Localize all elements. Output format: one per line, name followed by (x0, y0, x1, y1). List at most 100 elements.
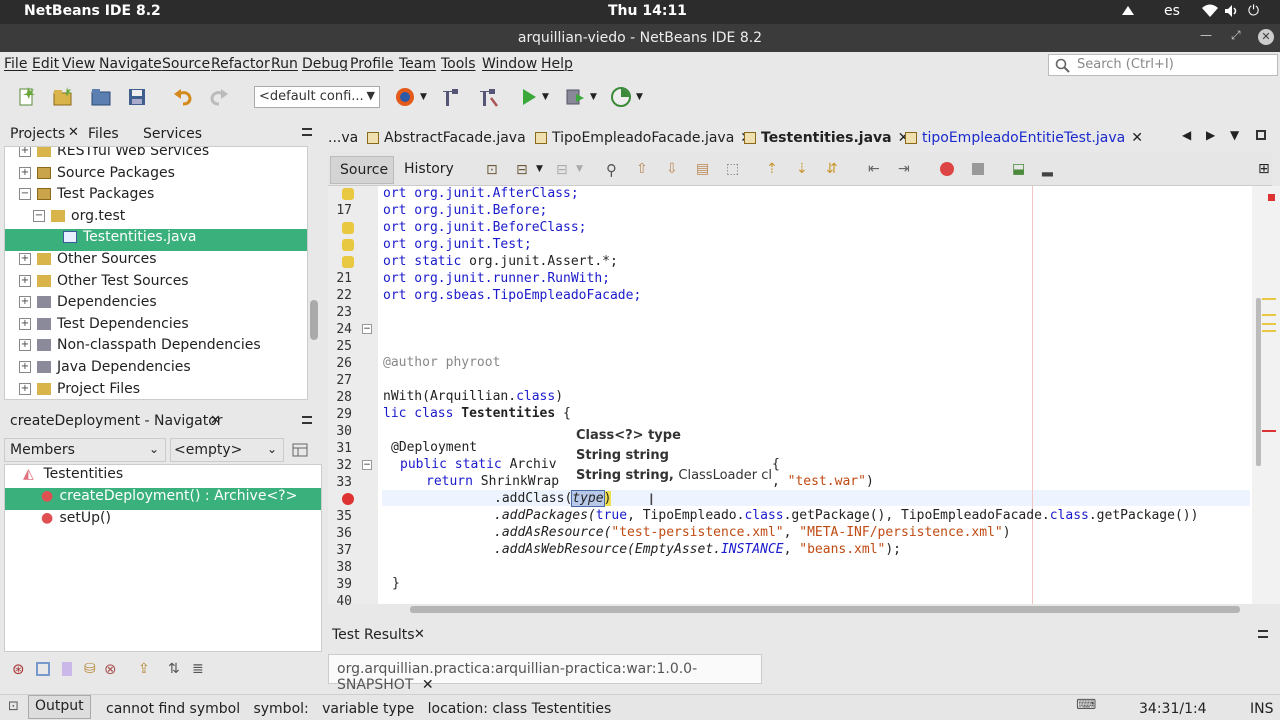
history-view-button[interactable]: History (404, 161, 454, 177)
active-app-name[interactable]: NetBeans IDE 8.2 (24, 3, 161, 19)
open-project-icon[interactable] (90, 86, 112, 108)
expand-icon[interactable]: + (19, 360, 31, 373)
expand-icon[interactable]: + (19, 382, 31, 395)
navigator-filter-select[interactable]: <empty> ⌄ (170, 438, 284, 462)
start-macro-recording-icon[interactable] (940, 162, 954, 176)
warning-hint-icon[interactable] (342, 188, 354, 200)
clean-build-icon[interactable] (477, 86, 499, 108)
tree-item-dependencies[interactable]: + Dependencies (5, 294, 307, 316)
back-icon[interactable]: ⊟ (516, 162, 528, 178)
editor-split-icon[interactable]: ⊞ (1258, 161, 1270, 177)
previous-bookmark-icon[interactable]: ⇡ (766, 161, 778, 177)
filter-static-icon[interactable] (36, 662, 50, 676)
redo-icon[interactable] (208, 86, 230, 108)
forward-dropdown-icon[interactable]: ▼ (576, 164, 583, 174)
project-tree-scrollbar[interactable] (310, 300, 318, 340)
debug-dropdown-icon[interactable]: ▼ (590, 92, 597, 102)
expand-icon[interactable]: + (19, 339, 31, 352)
tree-item-source-packages[interactable]: + Source Packages (5, 165, 307, 187)
find-next-icon[interactable]: ⇩ (666, 161, 678, 177)
output-tab[interactable]: Output (28, 695, 91, 719)
undo-icon[interactable] (172, 86, 194, 108)
navigator-method-item[interactable]: ● createDeployment() : Archive<?> (5, 488, 321, 510)
tree-item-project-files[interactable]: + Project Files (5, 381, 307, 399)
output-icon[interactable]: ⊡ (8, 699, 19, 714)
tree-item-other-test-sources[interactable]: + Other Test Sources (5, 273, 307, 295)
keyboard-language-indicator[interactable]: es (1164, 3, 1180, 19)
minimize-test-results-icon[interactable] (1258, 630, 1268, 638)
power-icon[interactable]: ⏻ (1248, 3, 1259, 19)
maximize-editor-icon[interactable] (1256, 130, 1266, 140)
shift-left-icon[interactable]: ⇤ (868, 161, 880, 177)
debug-icon[interactable] (564, 86, 586, 108)
menu-view[interactable]: View (62, 56, 95, 72)
tree-item-org-test[interactable]: − org.test (5, 208, 307, 230)
next-bookmark-icon[interactable]: ⇣ (796, 161, 808, 177)
tab-files[interactable]: Files (88, 126, 119, 142)
menu-source[interactable]: Source (162, 56, 210, 72)
filter-fields-icon[interactable]: ⊛ (12, 660, 25, 678)
warning-hint-icon[interactable] (342, 239, 354, 251)
close-tab-icon[interactable]: ✕ (1131, 130, 1143, 146)
run-dropdown-icon[interactable]: ▼ (542, 92, 549, 102)
filter-sort-icon[interactable]: ⊗ (104, 660, 117, 678)
navigator-class-item[interactable]: ◭ Testentities (5, 466, 321, 488)
close-navigator-icon[interactable]: ✕ (210, 413, 221, 428)
tab-testentities[interactable]: Testentities.java ✕ (744, 130, 909, 146)
run-icon[interactable] (518, 86, 540, 108)
expand-icon[interactable]: + (19, 147, 31, 157)
forward-icon[interactable]: ⊟ (556, 162, 568, 178)
test-results-title[interactable]: Test Results (332, 627, 415, 643)
navigator-members-select[interactable]: Members ⌄ (4, 438, 166, 462)
notifications-icon[interactable]: ⌨ (1076, 697, 1096, 713)
save-all-icon[interactable] (126, 86, 148, 108)
toggle-highlight-icon[interactable]: ▤ (696, 161, 709, 177)
configuration-select[interactable]: <default confi... ▼ (254, 86, 380, 108)
error-hint-icon[interactable] (342, 493, 354, 505)
collapse-icon[interactable]: − (19, 188, 31, 201)
warning-hint-icon[interactable] (342, 222, 354, 234)
fold-icon[interactable]: − (362, 460, 372, 470)
menu-file[interactable]: File (4, 56, 27, 72)
tree-item-restful-web-services[interactable]: + RESTful Web Services (5, 147, 307, 165)
menu-navigate[interactable]: Navigate (99, 56, 162, 72)
shift-right-icon[interactable]: ⇥ (898, 161, 910, 177)
sort-by-source-icon[interactable]: ⇪ (138, 661, 150, 677)
toggle-rectangular-selection-icon[interactable]: ⬚ (726, 161, 739, 177)
scroll-tabs-right-icon[interactable]: ▶ (1206, 128, 1215, 142)
navigator-title[interactable]: createDeployment - Navigator (10, 413, 223, 429)
uncomment-icon[interactable]: ▂ (1042, 161, 1053, 177)
scroll-tabs-left-icon[interactable]: ◀ (1182, 128, 1191, 142)
tree-item-testentities-java[interactable]: Testentities.java (5, 229, 307, 251)
volume-icon[interactable] (1224, 4, 1240, 18)
tree-item-other-sources[interactable]: + Other Sources (5, 251, 307, 273)
tree-item-non-classpath-dependencies[interactable]: + Non-classpath Dependencies (5, 337, 307, 359)
toggle-bookmark-icon[interactable]: ⇵ (826, 161, 838, 177)
vertical-scrollbar[interactable] (1256, 298, 1261, 466)
build-icon[interactable] (440, 86, 462, 108)
expand-icon[interactable]: + (19, 296, 31, 309)
stop-macro-recording-icon[interactable] (972, 163, 984, 175)
find-previous-icon[interactable]: ⇧ (636, 161, 648, 177)
warning-mark[interactable] (1262, 323, 1276, 325)
menu-window[interactable]: Window (482, 56, 537, 72)
sort-type-icon[interactable]: ≣ (192, 661, 204, 677)
last-edit-icon[interactable]: ⊡ (486, 162, 498, 178)
warning-mark[interactable] (1262, 330, 1276, 332)
filter-inherited-icon[interactable]: ⛁ (84, 661, 96, 677)
warning-mark[interactable] (1262, 298, 1276, 300)
tree-item-java-dependencies[interactable]: + Java Dependencies (5, 359, 307, 381)
source-view-button[interactable]: Source (330, 156, 394, 184)
expand-icon[interactable]: + (19, 317, 31, 330)
test-run-tab[interactable]: org.arquillian.practica:arquillian-pract… (328, 654, 762, 693)
parameter-placeholder[interactable]: type (571, 490, 605, 507)
wifi-icon[interactable] (1202, 4, 1218, 18)
menu-debug[interactable]: Debug (302, 56, 348, 72)
menu-profile[interactable]: Profile (350, 56, 394, 72)
expand-icon[interactable]: + (19, 274, 31, 287)
show-opened-documents-icon[interactable]: ▼ (1230, 128, 1239, 142)
filter-nonpublic-icon[interactable] (62, 662, 72, 676)
menu-team[interactable]: Team (399, 56, 436, 72)
tree-item-test-dependencies[interactable]: + Test Dependencies (5, 316, 307, 338)
warning-hint-icon[interactable] (342, 256, 354, 268)
